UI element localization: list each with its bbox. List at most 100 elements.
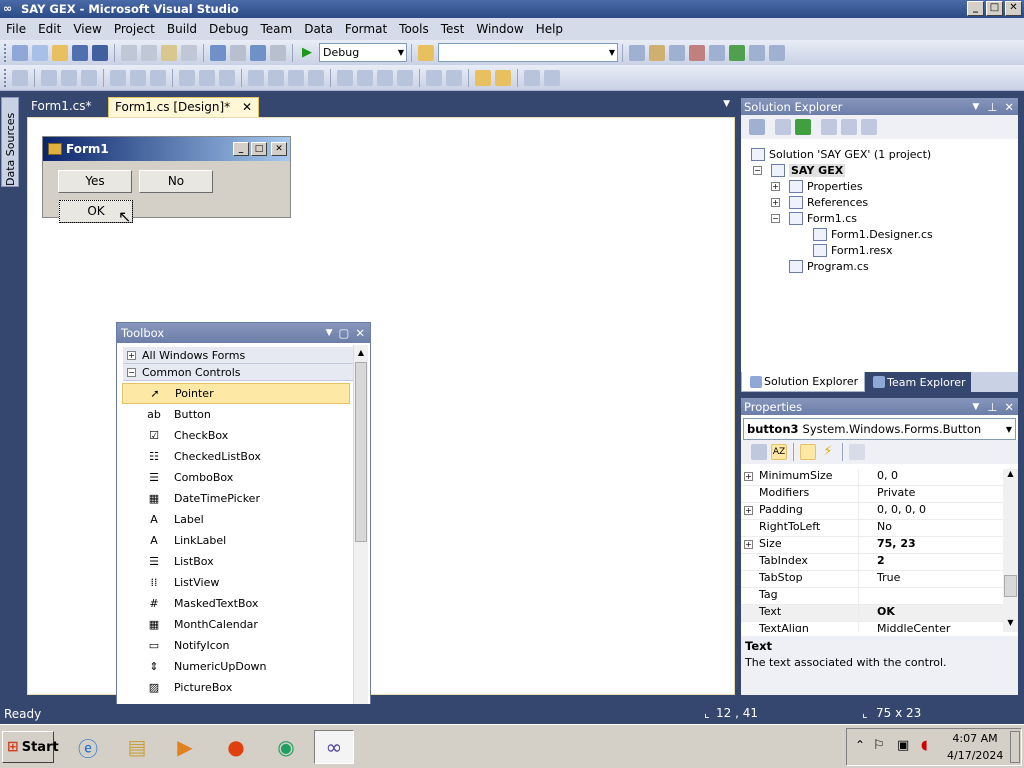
find-combo[interactable]: ▼ xyxy=(438,43,618,62)
property-row[interactable]: TabStop True xyxy=(741,571,1003,588)
toolbox-item-button[interactable]: ab Button xyxy=(122,404,350,425)
align-rights-icon[interactable] xyxy=(81,69,97,86)
categorized-icon[interactable] xyxy=(751,444,767,460)
view-code-icon[interactable] xyxy=(821,119,837,135)
align-bottoms-icon[interactable] xyxy=(150,69,166,86)
menu-file[interactable]: File xyxy=(0,18,32,40)
center-vertically-icon[interactable] xyxy=(446,69,462,86)
tab-team-explorer[interactable]: Team Explorer xyxy=(865,372,972,392)
expand-icon[interactable]: + xyxy=(744,540,753,549)
view-class-diagram-icon[interactable] xyxy=(861,119,877,135)
pin-icon[interactable]: ⊥ xyxy=(987,100,997,114)
property-row[interactable]: + MinimumSize 0, 0 xyxy=(741,469,1003,486)
tree-item[interactable]: Properties xyxy=(789,178,863,194)
property-pages-icon[interactable] xyxy=(849,444,865,460)
object-selector-combo[interactable]: button3 System.Windows.Forms.Button ▼ xyxy=(743,418,1016,440)
properties-window-icon[interactable] xyxy=(649,44,665,61)
toolbox-item-checkbox[interactable]: ☑ CheckBox xyxy=(122,425,350,446)
menu-edit[interactable]: Edit xyxy=(32,18,67,40)
collapse-icon[interactable]: − xyxy=(771,214,780,223)
tree-item[interactable]: Program.cs xyxy=(789,258,869,274)
property-value[interactable]: MiddleCenter xyxy=(859,622,950,632)
toolbox-item-notifyicon[interactable]: ▭ NotifyIcon xyxy=(122,635,350,656)
size-to-grid-icon[interactable] xyxy=(199,69,215,86)
properties-view-icon[interactable] xyxy=(800,444,816,460)
scroll-thumb[interactable] xyxy=(355,362,367,542)
copy-icon[interactable] xyxy=(141,44,157,61)
property-value[interactable] xyxy=(859,588,877,604)
paste-icon[interactable] xyxy=(161,44,177,61)
toolbox-scrollbar[interactable]: ▲ xyxy=(353,345,368,731)
save-all-icon[interactable] xyxy=(92,44,108,61)
bring-to-front-icon[interactable] xyxy=(475,69,491,86)
maximize-icon[interactable]: ▢ xyxy=(338,326,349,340)
data-sources-tab[interactable]: Data Sources xyxy=(1,97,19,187)
property-row[interactable]: Tag xyxy=(741,588,1003,605)
property-value[interactable]: 2 xyxy=(859,554,885,570)
show-desktop-button[interactable] xyxy=(1010,731,1020,763)
scroll-thumb[interactable] xyxy=(1004,575,1017,597)
property-value[interactable]: True xyxy=(859,571,900,587)
tree-item[interactable]: Form1.cs xyxy=(789,210,857,226)
property-row[interactable]: + Size 75, 23 xyxy=(741,537,1003,554)
no-button[interactable]: No xyxy=(139,170,213,193)
toolbar-grip[interactable] xyxy=(4,43,7,62)
scroll-up-icon[interactable]: ▲ xyxy=(354,345,368,360)
start-button[interactable]: ⊞ Start xyxy=(2,731,59,763)
remove-vertical-spacing-icon[interactable] xyxy=(397,69,413,86)
group-all-windows-forms[interactable]: + All Windows Forms xyxy=(123,347,366,364)
toolbox-item-label[interactable]: A Label xyxy=(122,509,350,530)
align-centers-icon[interactable] xyxy=(61,69,77,86)
refresh-icon[interactable] xyxy=(795,119,811,135)
find-in-files-icon[interactable] xyxy=(418,44,434,61)
form1-preview[interactable]: Form1 _ □ ✕ Yes No OK ↖ xyxy=(42,136,291,226)
properties-scrollbar[interactable]: ▲ ▼ xyxy=(1003,469,1018,632)
menu-project[interactable]: Project xyxy=(108,18,161,40)
property-value[interactable]: 0, 0 xyxy=(859,469,898,485)
menu-data[interactable]: Data xyxy=(298,18,339,40)
property-row[interactable]: TabIndex 2 xyxy=(741,554,1003,571)
start-page-icon[interactable] xyxy=(729,44,745,61)
undo-icon[interactable] xyxy=(210,44,226,61)
toolbox-item-listbox[interactable]: ☰ ListBox xyxy=(122,551,350,572)
close-button[interactable]: ✕ xyxy=(1005,1,1022,16)
tab-solution-explorer[interactable]: Solution Explorer xyxy=(741,372,866,392)
events-icon[interactable]: ⚡ xyxy=(820,444,836,460)
navigate-forward-icon[interactable] xyxy=(270,44,286,61)
close-icon[interactable]: ✕ xyxy=(1004,400,1014,414)
toolbox-item-checkedlistbox[interactable]: ☷ CheckedListBox xyxy=(122,446,350,467)
toolbox-item-monthcalendar[interactable]: ▦ MonthCalendar xyxy=(122,614,350,635)
delete-icon[interactable] xyxy=(181,44,197,61)
yes-button[interactable]: Yes xyxy=(58,170,132,193)
tree-item[interactable]: Form1.Designer.cs xyxy=(813,226,933,242)
navigate-backward-icon[interactable] xyxy=(250,44,266,61)
tab-form1-design[interactable]: Form1.cs [Design]* ✕ xyxy=(108,97,260,117)
show-hidden-icons-icon[interactable]: ⌃ xyxy=(855,738,865,752)
tab-form1-cs[interactable]: Form1.cs* xyxy=(25,97,98,117)
property-value[interactable]: No xyxy=(859,520,892,536)
toolbox-item-combobox[interactable]: ☰ ComboBox xyxy=(122,467,350,488)
menu-team[interactable]: Team xyxy=(254,18,298,40)
clock-date[interactable]: 4/17/2024 xyxy=(947,749,1003,762)
command-window-icon[interactable] xyxy=(769,44,785,61)
class-view-icon[interactable] xyxy=(749,44,765,61)
property-value[interactable]: Private xyxy=(859,486,915,502)
toolbox-menu-icon[interactable]: ▼ xyxy=(326,328,333,338)
chat-app-icon[interactable]: ◉ xyxy=(266,730,306,764)
menu-help[interactable]: Help xyxy=(530,18,569,40)
make-same-width-icon[interactable] xyxy=(179,69,195,86)
toolbox-icon[interactable] xyxy=(689,44,705,61)
add-item-icon[interactable] xyxy=(32,44,48,61)
toolbox-item-linklabel[interactable]: A LinkLabel xyxy=(122,530,350,551)
firefox-icon[interactable]: ● xyxy=(216,730,256,764)
error-list-icon[interactable] xyxy=(709,44,725,61)
decrease-horizontal-spacing-icon[interactable] xyxy=(288,69,304,86)
expand-icon[interactable]: + xyxy=(744,472,753,481)
menu-test[interactable]: Test xyxy=(435,18,471,40)
file-explorer-icon[interactable]: ▤ xyxy=(117,730,157,764)
solution-explorer-icon[interactable] xyxy=(629,44,645,61)
menu-debug[interactable]: Debug xyxy=(203,18,254,40)
tab-order-icon[interactable] xyxy=(524,69,540,86)
expand-icon[interactable]: + xyxy=(771,182,780,191)
panel-menu-icon[interactable]: ▼ xyxy=(972,402,979,412)
